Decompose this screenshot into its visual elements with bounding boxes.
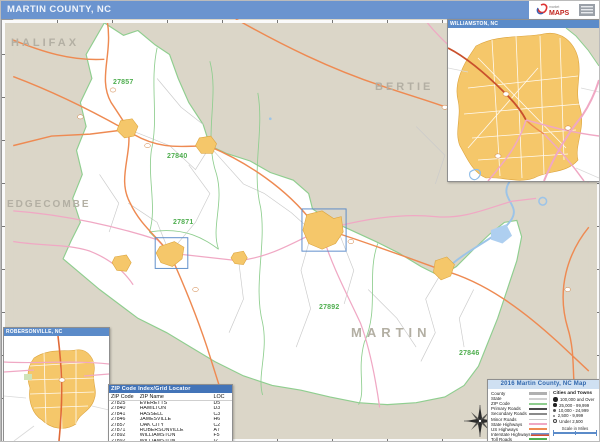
zip-table-header-row: ZIP Code ZIP Name LOC [109, 393, 232, 401]
map-legend: 2016 Martin County, NC Map County State … [487, 379, 600, 442]
legend-title: 2016 Martin County, NC Map [488, 380, 599, 389]
page-title: MARTIN COUNTY, NC [7, 4, 111, 15]
zip-table-title: ZIP Code Index/Grid Locator [109, 385, 232, 393]
city-dot-icon [553, 409, 556, 412]
logo-brand-text: MAPS [549, 10, 570, 17]
state-line-sample [529, 398, 547, 400]
secondary-road-sample [529, 413, 547, 415]
county-label-edgecombe: EDGECOMBE [7, 199, 91, 210]
title-bar: MARTIN COUNTY, NC [1, 1, 529, 19]
brand-logo: market MAPS [535, 2, 597, 18]
city-dot-icon [553, 397, 558, 402]
scale-bar-graphic [553, 432, 597, 434]
legend-cities-column: Cities and Towns 100,000 and Over 25,000… [549, 391, 597, 442]
logo-panel: market MAPS [529, 1, 600, 19]
scale-bar: Scale in Miles [553, 426, 597, 434]
logo-tagline: market [549, 5, 559, 9]
minor-road-sample [529, 419, 547, 420]
zip-line-sample [529, 403, 547, 405]
zip-table: ZIP Code ZIP Name LOC 27825EVERETTSD5 27… [109, 393, 232, 442]
interstate-sample [531, 433, 549, 436]
county-label-halifax: HALIFAX [11, 37, 79, 49]
inset-williamston-title: WILLIAMSTON, NC [448, 20, 599, 28]
state-highway-sample [529, 423, 547, 425]
inset-robersonville-map [4, 336, 109, 441]
county-label-bertie: BERTIE [375, 81, 433, 93]
zip-label-27871: 27871 [173, 219, 193, 226]
city-dot-icon [553, 419, 557, 423]
inset-williamston-map [448, 28, 599, 181]
toll-road-sample [529, 438, 547, 440]
zip-label-27857: 27857 [113, 79, 133, 86]
zip-label-27846: 27846 [459, 350, 479, 357]
col-zip-name: ZIP Name [138, 393, 212, 401]
legend-item: Toll Roads [491, 437, 549, 442]
city-dot-icon [553, 415, 555, 417]
zip-label-27840: 27840 [167, 153, 187, 160]
county-label-martin: MARTIN [351, 325, 432, 340]
inset-robersonville: ROBERSONVILLE, NC [3, 327, 110, 442]
city-class-row: Under 2,500 [553, 419, 597, 424]
pond [269, 117, 272, 120]
col-loc: LOC [211, 393, 232, 401]
inset-williamston: WILLIAMSTON, NC [447, 19, 600, 182]
col-zip-code: ZIP Code [109, 393, 138, 401]
zip-label-27892: 27892 [319, 304, 339, 311]
zip-index-table: ZIP Code Index/Grid Locator ZIP Code ZIP… [108, 384, 233, 442]
us-highway-sample [529, 428, 547, 430]
primary-road-sample [529, 408, 547, 410]
city-dot-icon [553, 403, 557, 407]
county-map-page: { "window": { "title": "MARTIN COUNTY, N… [0, 0, 600, 442]
county-line-sample [529, 392, 547, 395]
legend-symbols-column: County State ZIP Code Primary Roads Seco… [491, 391, 549, 442]
inset-robersonville-title: ROBERSONVILLE, NC [4, 328, 109, 336]
city-class-row: 100,000 and Over [553, 397, 597, 402]
